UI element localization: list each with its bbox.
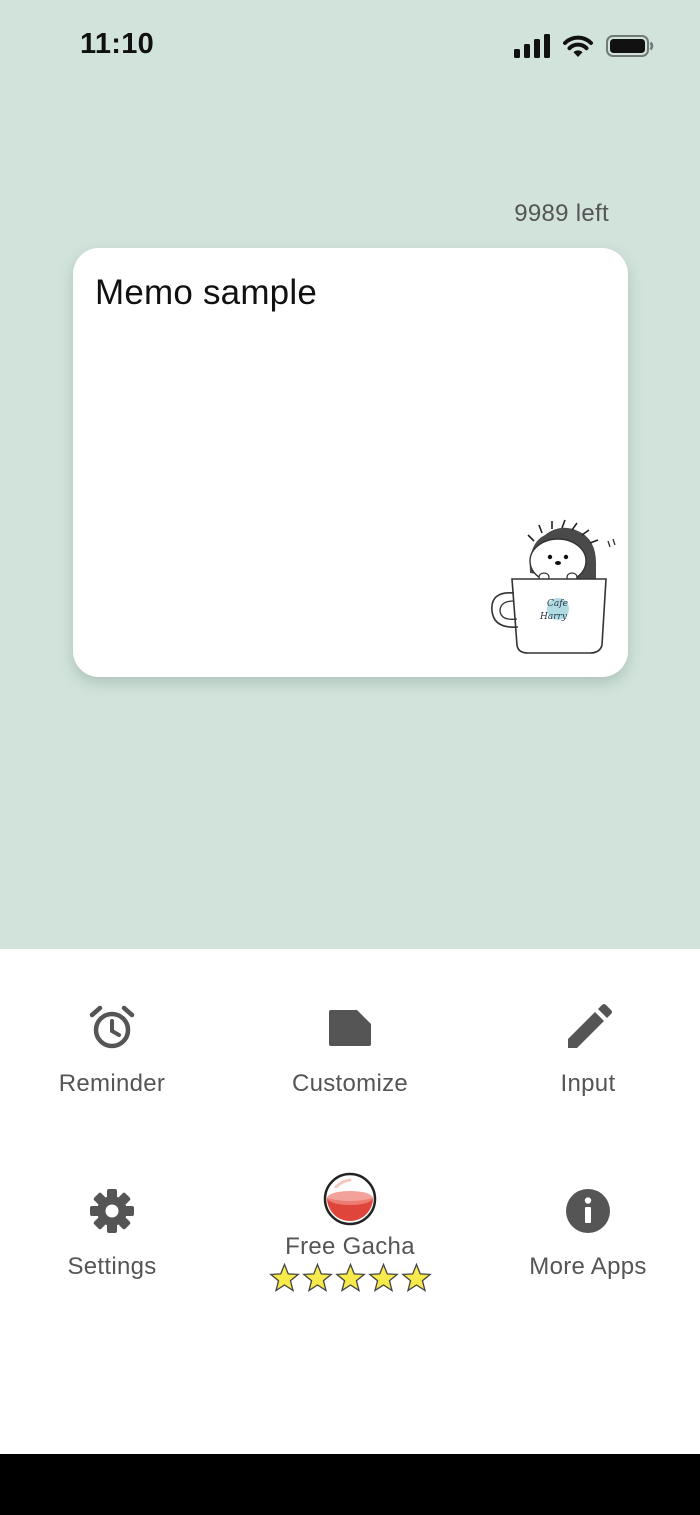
bottom-menu: Reminder Customize Input Settings Free G… xyxy=(0,949,700,1454)
customize-label: Customize xyxy=(291,1070,409,1097)
reminder-button[interactable]: Reminder xyxy=(2,1002,222,1098)
star-icon xyxy=(268,1263,300,1292)
wifi-icon xyxy=(563,35,593,57)
settings-label: Settings xyxy=(67,1253,157,1280)
svg-text:Cafe: Cafe xyxy=(547,599,568,609)
status-time: 11:10 xyxy=(80,28,155,60)
star-icon xyxy=(301,1263,333,1292)
note-icon xyxy=(329,1010,371,1046)
alarm-clock-icon xyxy=(89,1005,135,1049)
info-icon xyxy=(566,1189,610,1233)
star-icon xyxy=(334,1263,366,1292)
input-button[interactable]: Input xyxy=(478,1002,698,1098)
bottom-bar xyxy=(0,1454,700,1515)
gear-icon xyxy=(90,1189,134,1233)
svg-text:Harry: Harry xyxy=(539,612,568,622)
reminder-label: Reminder xyxy=(58,1070,166,1097)
status-icons xyxy=(514,32,654,60)
customize-button[interactable]: Customize xyxy=(240,1002,460,1098)
memo-card[interactable]: Memo sample Cafe Harry xyxy=(73,248,628,677)
pencil-icon xyxy=(568,1004,612,1048)
cellular-signal-icon xyxy=(514,34,550,58)
star-rating xyxy=(268,1263,432,1293)
characters-left-counter: 9989 left xyxy=(514,200,609,227)
settings-button[interactable]: Settings xyxy=(2,1185,222,1281)
capsule-icon xyxy=(323,1172,377,1226)
free-gacha-button[interactable]: Free Gacha xyxy=(240,1171,460,1293)
battery-icon xyxy=(606,35,654,57)
memo-text: Memo sample xyxy=(95,273,317,312)
star-icon xyxy=(400,1263,432,1292)
hedgehog-cup-illustration: Cafe Harry xyxy=(491,519,616,654)
more-apps-button[interactable]: More Apps xyxy=(478,1185,698,1281)
more-apps-label: More Apps xyxy=(529,1253,647,1280)
star-icon xyxy=(367,1263,399,1292)
memo-background: 11:10 9989 left Memo sample Cafe Harry xyxy=(0,0,700,949)
input-label: Input xyxy=(560,1070,616,1097)
free-gacha-label: Free Gacha xyxy=(285,1233,415,1260)
